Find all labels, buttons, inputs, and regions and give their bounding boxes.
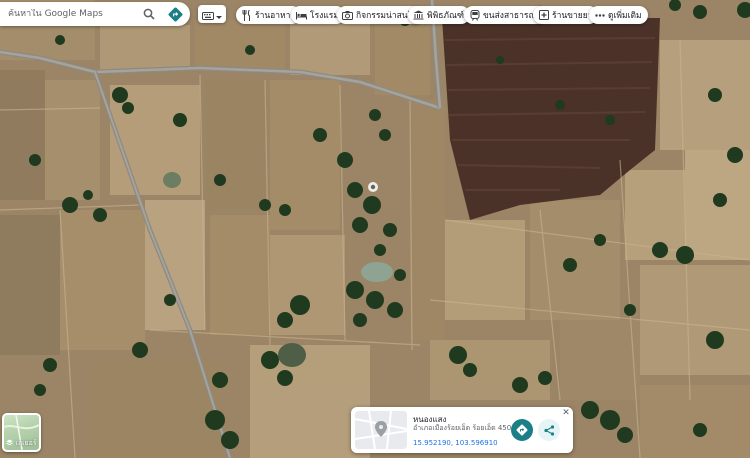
pond [361,262,393,282]
directions-icon [516,421,528,440]
satellite-map[interactable] [0,0,750,458]
keyboard-button[interactable] [198,5,226,23]
camera-icon [342,10,353,21]
chip-label: ร้านขายยา [552,11,593,21]
chevron-down-icon [216,5,222,24]
layers-label: เลเยอร์ [15,439,37,447]
pharmacy-icon [538,10,549,21]
search-box[interactable] [0,2,190,26]
place-coordinates[interactable]: 15.952190, 103.596910 [413,439,498,447]
place-address: อำเภอเมืองร้อยเอ็ด ร้อยเอ็ด 45000 [413,424,521,432]
pond [278,343,306,367]
location-marker [368,182,378,192]
more-icon [594,10,605,21]
search-input[interactable] [8,9,136,19]
share-icon [543,421,555,440]
museum-icon [413,10,424,21]
chip-label: โรงแรม [310,11,339,21]
layers-button[interactable]: เลเยอร์ [2,413,41,452]
directions-icon[interactable] [166,5,184,23]
chip-museums[interactable]: พิพิธภัณฑ์ [408,6,470,24]
share-button[interactable] [538,419,560,441]
directions-button[interactable] [511,419,533,441]
chip-label: พิพิธภัณฑ์ [427,11,464,21]
search-icon[interactable] [140,5,158,23]
place-thumbnail[interactable] [355,411,407,449]
chip-label: ดูเพิ่มเติม [608,11,642,21]
chip-label: ร้านอาหาร [255,11,295,21]
layers-label-row: เลเยอร์ [4,438,39,449]
transit-icon [469,9,480,21]
layers-icon [6,439,14,448]
restaurant-icon [241,9,252,21]
place-card[interactable]: หนองแสง อำเภอเมืองร้อยเอ็ด ร้อยเอ็ด 4500… [351,407,573,453]
chip-more[interactable]: ดูเพิ่มเติม [589,6,648,24]
keyboard-icon [202,5,214,24]
hotel-icon [296,10,307,21]
close-icon[interactable]: ✕ [561,408,571,418]
